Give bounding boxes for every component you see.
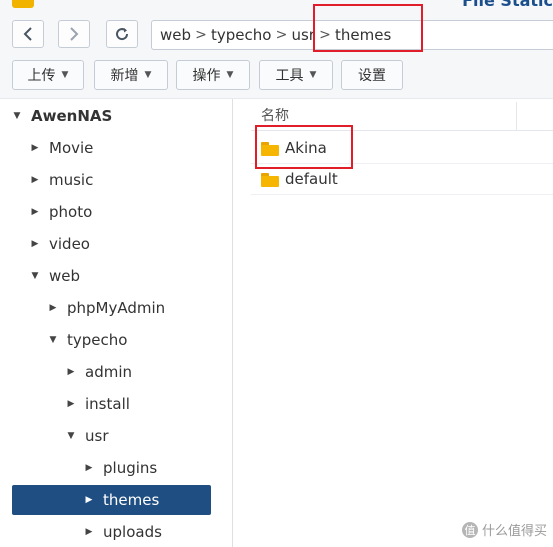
chevron-left-icon: [23, 27, 32, 41]
tree-item-label: uploads: [103, 523, 162, 541]
tree-item-label: typecho: [67, 331, 128, 349]
watermark: 值 什么值得买: [461, 520, 547, 539]
tree-item-admin[interactable]: ▶ admin: [66, 357, 211, 387]
caret-down-icon[interactable]: ▼: [48, 335, 58, 345]
folder-tree: ▼ AwenNAS ▶ Movie ▶ music ▶ photo ▶ vide…: [0, 99, 233, 547]
refresh-icon: [116, 28, 129, 41]
path-breadcrumb[interactable]: web > typecho > usr > themes: [151, 20, 553, 50]
caret-right-icon[interactable]: ▶: [84, 527, 94, 537]
tree-item-music[interactable]: ▶ music: [30, 165, 211, 195]
tree-item-label: install: [85, 395, 130, 413]
new-label: 新增: [110, 68, 139, 84]
breadcrumb-separator-icon: >: [319, 27, 331, 43]
upload-label: 上传: [27, 68, 56, 84]
tree-item-video[interactable]: ▶ video: [30, 229, 211, 259]
tree-item-photo[interactable]: ▶ photo: [30, 197, 211, 227]
caret-right-icon[interactable]: ▶: [84, 463, 94, 473]
tree-item-label: plugins: [103, 459, 158, 477]
caret-right-icon[interactable]: ▶: [30, 207, 40, 217]
caret-down-icon: ▼: [309, 70, 317, 80]
breadcrumb-separator-icon: >: [275, 27, 288, 43]
back-button[interactable]: [12, 20, 44, 48]
title-bar: File Static: [0, 0, 553, 12]
new-button[interactable]: 新增 ▼: [94, 60, 168, 90]
caret-down-icon[interactable]: ▼: [30, 271, 40, 281]
tree-item-phpmyadmin[interactable]: ▶ phpMyAdmin: [48, 293, 211, 323]
navigation-bar: web > typecho > usr > themes: [0, 12, 553, 56]
tree-item-plugins[interactable]: ▶ plugins: [84, 453, 211, 483]
caret-down-icon[interactable]: ▼: [66, 431, 76, 441]
tree-item-label: usr: [85, 427, 109, 445]
tree-item-label: photo: [49, 203, 93, 221]
watermark-text: 什么值得买: [481, 524, 547, 539]
tree-item-label: web: [49, 267, 81, 285]
tree-item-label: AwenNAS: [31, 107, 113, 125]
tree-item-web[interactable]: ▼ web: [30, 261, 211, 291]
file-name: Akina: [285, 139, 327, 157]
caret-right-icon[interactable]: ▶: [66, 399, 76, 409]
caret-right-icon[interactable]: ▶: [66, 367, 76, 377]
tree-item-label: music: [49, 171, 94, 189]
refresh-button[interactable]: [106, 20, 138, 48]
caret-down-icon: ▼: [226, 70, 234, 80]
tree-item-themes[interactable]: ▶ themes: [12, 485, 211, 515]
watermark-badge: 值: [461, 521, 478, 538]
tree-item-typecho[interactable]: ▼ typecho: [48, 325, 211, 355]
breadcrumb-web[interactable]: web: [160, 26, 191, 44]
caret-right-icon[interactable]: ▶: [30, 175, 40, 185]
breadcrumb-typecho[interactable]: typecho: [211, 26, 271, 44]
action-toolbar: 上传 ▼ 新增 ▼ 操作 ▼ 工具 ▼ 设置: [0, 56, 553, 99]
breadcrumb-separator-icon: >: [195, 27, 207, 43]
tools-button[interactable]: 工具 ▼: [259, 60, 333, 90]
tree-item-usr[interactable]: ▼ usr: [66, 421, 211, 451]
file-list: 名称 Akina default: [233, 99, 553, 547]
caret-down-icon: ▼: [61, 70, 69, 80]
file-row-default[interactable]: default: [251, 164, 553, 195]
file-name: default: [285, 170, 338, 188]
folder-icon: [261, 172, 279, 187]
file-row-akina[interactable]: Akina: [251, 133, 553, 164]
tree-item-label: phpMyAdmin: [67, 299, 166, 317]
tree-item-install[interactable]: ▶ install: [66, 389, 211, 419]
tree-item-label: themes: [103, 491, 160, 509]
caret-down-icon[interactable]: ▼: [12, 111, 22, 121]
upload-button[interactable]: 上传 ▼: [12, 60, 84, 90]
caret-right-icon[interactable]: ▶: [84, 495, 94, 505]
file-station-icon: [12, 0, 34, 8]
caret-down-icon: ▼: [144, 70, 152, 80]
tree-item-movie[interactable]: ▶ Movie: [30, 133, 211, 163]
caret-right-icon[interactable]: ▶: [30, 143, 40, 153]
tree-item-label: Movie: [49, 139, 94, 157]
app-title: File Static: [462, 0, 553, 10]
tools-label: 工具: [275, 68, 304, 84]
column-header-row: 名称: [251, 102, 553, 131]
tree-item-uploads[interactable]: ▶ uploads: [84, 517, 211, 547]
chevron-right-icon: [70, 27, 79, 41]
caret-right-icon[interactable]: ▶: [30, 239, 40, 249]
action-button[interactable]: 操作 ▼: [176, 60, 250, 90]
folder-icon: [261, 141, 279, 156]
settings-label: 设置: [358, 68, 386, 84]
caret-right-icon[interactable]: ▶: [48, 303, 58, 313]
action-label: 操作: [192, 68, 221, 84]
forward-button[interactable]: [58, 20, 90, 48]
breadcrumb-themes[interactable]: themes: [335, 26, 391, 44]
tree-item-label: video: [49, 235, 90, 253]
settings-button[interactable]: 设置: [341, 60, 403, 90]
breadcrumb-usr[interactable]: usr: [291, 26, 315, 44]
column-header-name[interactable]: 名称: [251, 102, 517, 130]
tree-item-awennas[interactable]: ▼ AwenNAS: [12, 101, 211, 131]
tree-item-label: admin: [85, 363, 132, 381]
